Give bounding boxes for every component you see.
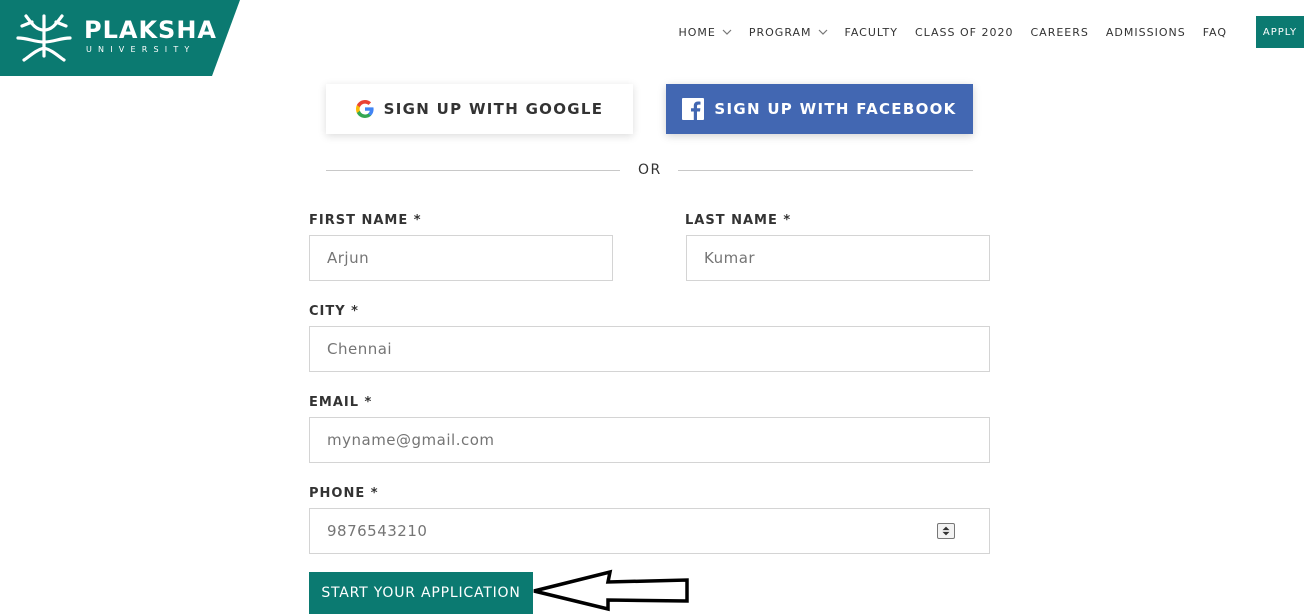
main-nav: HOME PROGRAM FACULTY CLASS OF 2020 CAREE…: [678, 16, 1304, 48]
nav-item-faq[interactable]: FAQ: [1203, 26, 1227, 39]
city-field[interactable]: [309, 326, 990, 372]
phone-field[interactable]: [309, 508, 990, 554]
number-spinner-icon[interactable]: [937, 523, 955, 539]
nav-item-careers[interactable]: CAREERS: [1031, 26, 1089, 39]
last-name-label: LAST NAME *: [685, 213, 792, 228]
plaksha-logo-icon: [16, 14, 72, 62]
brand-subtitle: UNIVERSITY: [86, 45, 196, 54]
first-name-field[interactable]: [309, 235, 613, 281]
last-name-field[interactable]: [686, 235, 990, 281]
facebook-signup-button[interactable]: SIGN UP WITH FACEBOOK: [666, 84, 973, 134]
nav-item-home[interactable]: HOME: [678, 26, 732, 39]
separator-line-right: [678, 170, 973, 171]
chevron-down-icon: [722, 29, 732, 35]
email-input[interactable]: [327, 418, 989, 462]
nav-item-program[interactable]: PROGRAM: [749, 26, 828, 39]
google-signup-button[interactable]: SIGN UP WITH GOOGLE: [326, 84, 633, 134]
nav-item-admissions[interactable]: ADMISSIONS: [1106, 26, 1186, 39]
pointer-arrow-icon: [533, 569, 689, 612]
google-icon: [355, 100, 374, 118]
facebook-icon: [682, 98, 705, 120]
last-name-input[interactable]: [704, 236, 989, 280]
city-input[interactable]: [327, 327, 989, 371]
phone-input[interactable]: [327, 509, 989, 553]
first-name-input[interactable]: [327, 236, 612, 280]
chevron-down-icon: [818, 29, 827, 35]
email-field[interactable]: [309, 417, 990, 463]
start-application-button[interactable]: START YOUR APPLICATION: [309, 572, 533, 614]
city-label: CITY *: [309, 304, 359, 319]
phone-label: PHONE *: [309, 486, 379, 501]
or-separator: OR: [638, 162, 662, 178]
first-name-label: FIRST NAME *: [309, 213, 422, 228]
nav-item-faculty[interactable]: FACULTY: [845, 26, 898, 39]
separator-line-left: [326, 170, 620, 171]
apply-button[interactable]: APPLY: [1256, 16, 1304, 48]
nav-item-class-of-2020[interactable]: CLASS OF 2020: [915, 26, 1014, 39]
logo-banner[interactable]: PLAKSHA UNIVERSITY: [0, 0, 240, 76]
brand-name: PLAKSHA: [84, 16, 217, 44]
email-label: EMAIL *: [309, 395, 373, 410]
